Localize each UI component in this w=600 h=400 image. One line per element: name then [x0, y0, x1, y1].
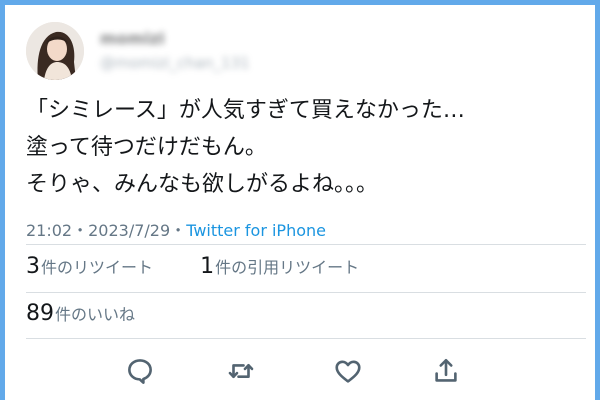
reply-icon	[128, 359, 152, 384]
share-icon	[435, 358, 457, 382]
share-button[interactable]	[424, 349, 468, 393]
tweet-line: 塗って待つだけだもん。	[26, 135, 267, 160]
divider	[26, 244, 586, 245]
tweet-date[interactable]: 2023/7/29	[88, 221, 170, 240]
tweet-meta: 21:02・2023/7/29・Twitter for iPhone	[26, 217, 326, 241]
divider	[26, 338, 586, 339]
meta-separator: ・	[72, 221, 89, 240]
tweet-text: 「シミレース」が人気すぎて買えなかった… 塗って待つだけだもん。 そりゃ、みんな…	[26, 92, 581, 203]
quotes-label: 件の引用リツイート	[215, 258, 360, 277]
likes-label: 件のいいね	[55, 305, 136, 324]
likes-count: 89	[26, 301, 54, 326]
tweet-line: 「シミレース」が人気すぎて買えなかった…	[26, 98, 465, 123]
retweet-stats-row: 3件のリツイート 1件の引用リツイート	[26, 254, 359, 279]
display-name[interactable]: momizi	[100, 29, 165, 48]
likes-stat[interactable]: 89件のいいね	[26, 301, 135, 326]
retweets-label: 件のリツイート	[41, 258, 154, 277]
like-button[interactable]	[326, 349, 370, 393]
heart-icon	[335, 360, 361, 383]
action-bar	[5, 349, 595, 393]
retweet-button[interactable]	[219, 349, 263, 393]
tweet-line: そりゃ、みんなも欲しがるよね。。。	[26, 172, 379, 197]
tweet-source-link[interactable]: Twitter for iPhone	[186, 221, 326, 240]
retweets-stat[interactable]: 3件のリツイート	[26, 254, 153, 279]
reply-button[interactable]	[118, 349, 162, 393]
quotes-stat[interactable]: 1件の引用リツイート	[200, 254, 359, 279]
meta-separator: ・	[170, 221, 187, 240]
retweet-icon	[228, 363, 254, 379]
avatar[interactable]	[26, 22, 84, 80]
tweet-time[interactable]: 21:02	[26, 221, 72, 240]
user-handle[interactable]: @momizi_chan_131	[100, 54, 250, 72]
divider	[26, 292, 586, 293]
likes-stats-row: 89件のいいね	[26, 301, 135, 326]
quotes-count: 1	[200, 254, 215, 279]
tweet-card: momizi @momizi_chan_131 「シミレース」が人気すぎて買えな…	[5, 5, 595, 400]
avatar-image	[26, 22, 84, 80]
retweets-count: 3	[26, 254, 40, 279]
